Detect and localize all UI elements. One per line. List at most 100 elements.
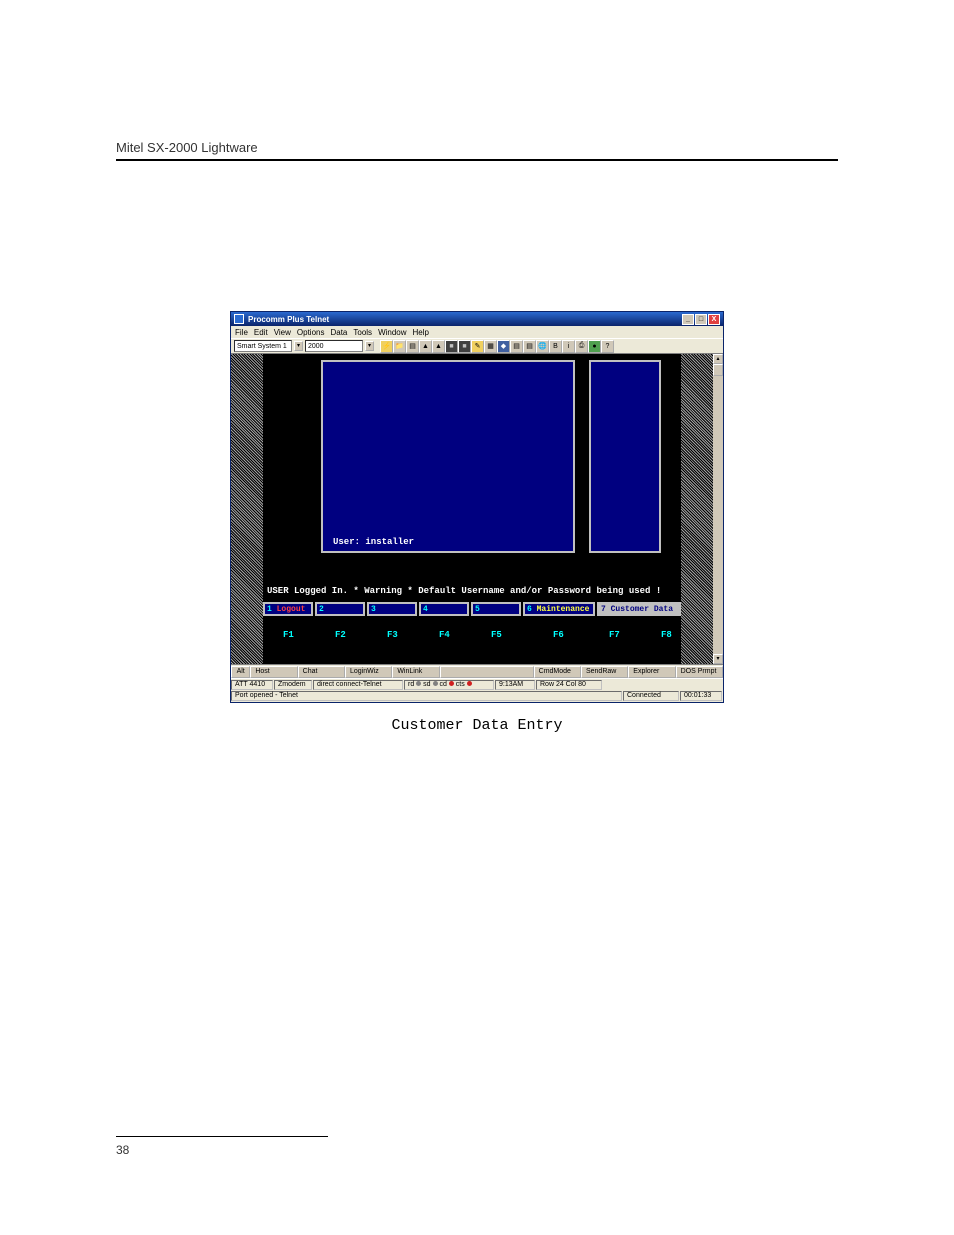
terminal-screen[interactable]: User: installer USER Logged In. * Warnin…: [263, 354, 681, 664]
window-controls: _ □ X: [682, 314, 720, 325]
vertical-scrollbar[interactable]: ▴ ▾: [713, 354, 723, 664]
status-leds: rd sd cd cts: [404, 680, 494, 690]
tab-sendraw[interactable]: SendRaw: [581, 666, 628, 678]
page-footer: 38: [116, 1136, 328, 1157]
fkey-f2: F2: [335, 630, 346, 640]
rd-led-icon: [416, 681, 421, 686]
info-icon[interactable]: i: [562, 340, 575, 353]
bold-icon[interactable]: B: [549, 340, 562, 353]
up-icon[interactable]: ▲: [419, 340, 432, 353]
world-icon[interactable]: 🌐: [536, 340, 549, 353]
tool2-icon[interactable]: ▦: [484, 340, 497, 353]
fkey-row: F1 F2 F3 F4 F5 F6 F7 F8: [263, 630, 681, 642]
fkey-f6: F6: [553, 630, 564, 640]
doc-icon[interactable]: ▤: [406, 340, 419, 353]
header-rule: [116, 159, 838, 161]
terminal-main-box: [321, 360, 575, 553]
menu-data[interactable]: Data: [330, 328, 347, 337]
folder-icon[interactable]: 📁: [393, 340, 406, 353]
menu-file[interactable]: File: [235, 328, 248, 337]
softkey-4[interactable]: 4: [419, 602, 469, 616]
tab-loginwiz[interactable]: LoginWiz: [345, 666, 392, 678]
app-icon: [234, 314, 244, 324]
menu-options[interactable]: Options: [297, 328, 325, 337]
status-rowcol: Row 24 Col 80: [536, 680, 602, 690]
session-value: Smart System 1: [237, 343, 287, 350]
cd-led-icon: [449, 681, 454, 686]
status-elapsed: 00:01:33: [680, 691, 722, 701]
titlebar: Procomm Plus Telnet _ □ X: [231, 312, 723, 326]
scroll-up-icon[interactable]: ▴: [713, 354, 723, 364]
session-caret-icon[interactable]: ▾: [294, 341, 303, 351]
status-time: 9:13AM: [495, 680, 535, 690]
menu-help[interactable]: Help: [413, 328, 429, 337]
fkey-f5: F5: [491, 630, 502, 640]
list2-icon[interactable]: ▤: [523, 340, 536, 353]
softkey-7-customer-data[interactable]: 7 Customer Data: [597, 602, 681, 616]
port-caret-icon[interactable]: ▾: [365, 341, 374, 351]
page-number: 38: [116, 1143, 328, 1157]
tool1-icon[interactable]: ✎: [471, 340, 484, 353]
help-icon[interactable]: ?: [601, 340, 614, 353]
down-icon[interactable]: ▲: [432, 340, 445, 353]
menu-view[interactable]: View: [274, 328, 291, 337]
tab-cmdmode[interactable]: CmdMode: [534, 666, 581, 678]
status-bar-1: ATT 4410 Zmodem direct connect-Telnet rd…: [231, 678, 723, 690]
softkey-3[interactable]: 3: [367, 602, 417, 616]
blue1-icon[interactable]: ◆: [497, 340, 510, 353]
status-proto: Zmodem: [274, 680, 312, 690]
softkey-2[interactable]: 2: [315, 602, 365, 616]
terminal-side-box: [589, 360, 661, 553]
scroll-down-icon[interactable]: ▾: [713, 654, 723, 664]
hatch-right: [681, 354, 713, 664]
cts-led-icon: [467, 681, 472, 686]
menubar: File Edit View Options Data Tools Window…: [231, 326, 723, 338]
window-title: Procomm Plus Telnet: [248, 315, 682, 324]
softkey-6-maintenance[interactable]: 6 Maintenance: [523, 602, 595, 616]
tab-blank[interactable]: [440, 666, 534, 678]
maximize-button[interactable]: □: [695, 314, 707, 325]
tab-winlink[interactable]: WinLink: [392, 666, 439, 678]
port-dropdown[interactable]: 2000: [305, 340, 363, 352]
status-att: ATT 4410: [231, 680, 273, 690]
fkey-f1: F1: [283, 630, 294, 640]
screen1-icon[interactable]: ■: [445, 340, 458, 353]
tab-host[interactable]: Host: [250, 666, 297, 678]
status-port: Port opened - Telnet: [231, 691, 622, 701]
toolbar-icons: ⚡ 📁 ▤ ▲ ▲ ■ ■ ✎ ▦ ◆ ▤ ▤ 🌐 B i ⎙ ●: [380, 340, 614, 353]
tab-dosprmpt[interactable]: DOS Prmpt: [676, 666, 723, 678]
fkey-f7: F7: [609, 630, 620, 640]
minimize-button[interactable]: _: [682, 314, 694, 325]
close-button[interactable]: X: [708, 314, 720, 325]
lightning-icon[interactable]: ⚡: [380, 340, 393, 353]
fkey-f4: F4: [439, 630, 450, 640]
menu-edit[interactable]: Edit: [254, 328, 268, 337]
session-dropdown[interactable]: Smart System 1: [234, 340, 292, 352]
screen2-icon[interactable]: ■: [458, 340, 471, 353]
softkey-menu-row: 1 Logout 2 3 4 5 6 Maintenance 7 Custome…: [263, 602, 681, 618]
softkey-5[interactable]: 5: [471, 602, 521, 616]
bottom-tabs: Alt Host Chat LoginWiz WinLink CmdMode S…: [231, 664, 723, 678]
list1-icon[interactable]: ▤: [510, 340, 523, 353]
app-window: Procomm Plus Telnet _ □ X File Edit View…: [230, 311, 724, 703]
screenshot-figure: Procomm Plus Telnet _ □ X File Edit View…: [230, 311, 724, 734]
scroll-thumb[interactable]: [713, 364, 723, 376]
tab-explorer[interactable]: Explorer: [628, 666, 675, 678]
port-value: 2000: [308, 343, 324, 350]
terminal-area: User: installer USER Logged In. * Warnin…: [231, 354, 723, 664]
fkey-f8: F8: [661, 630, 672, 640]
figure-caption: Customer Data Entry: [230, 717, 724, 734]
menu-tools[interactable]: Tools: [353, 328, 372, 337]
softkey-1-logout[interactable]: 1 Logout: [263, 602, 313, 616]
tab-chat[interactable]: Chat: [298, 666, 345, 678]
status-bar-2: Port opened - Telnet Connected 00:01:33: [231, 690, 723, 702]
toolbar: Smart System 1 ▾ 2000 ▾ ⚡ 📁 ▤ ▲ ▲ ■ ■ ✎: [231, 338, 723, 354]
hatch-left: [231, 354, 263, 664]
green-icon[interactable]: ●: [588, 340, 601, 353]
status-connected: Connected: [623, 691, 679, 701]
footer-rule: [116, 1136, 328, 1137]
menu-window[interactable]: Window: [378, 328, 406, 337]
status-conn-type: direct connect-Telnet: [313, 680, 403, 690]
tab-alt[interactable]: Alt: [231, 666, 250, 678]
print-icon[interactable]: ⎙: [575, 340, 588, 353]
